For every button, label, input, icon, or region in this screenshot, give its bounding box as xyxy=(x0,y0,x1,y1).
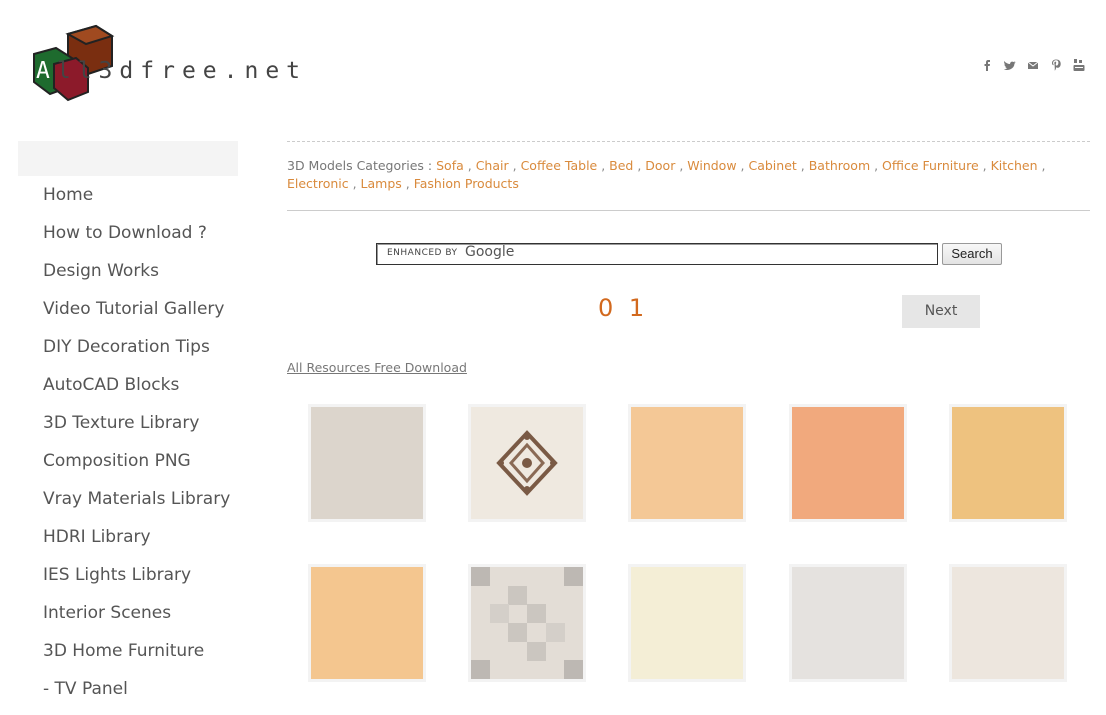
sidebar-item-vray-materials-library[interactable]: Vray Materials Library xyxy=(18,480,238,518)
category-link-chair[interactable]: Chair xyxy=(476,158,509,173)
sidebar-item-tv-panel[interactable]: - TV Panel xyxy=(18,670,238,708)
checker-pattern-icon xyxy=(471,567,583,679)
texture-tile[interactable] xyxy=(628,404,746,522)
texture-tile[interactable] xyxy=(789,564,907,682)
sidebar-nav: Home How to Download ? Design Works Vide… xyxy=(18,141,238,708)
next-button[interactable]: Next xyxy=(902,295,980,328)
category-link-window[interactable]: Window xyxy=(687,158,736,173)
sidebar-item-design-works[interactable]: Design Works xyxy=(18,252,238,290)
sidebar-item-3d-texture-library[interactable]: 3D Texture Library xyxy=(18,404,238,442)
categories-prefix: 3D Models Categories : xyxy=(287,158,433,173)
sidebar-item-autocad-blocks[interactable]: AutoCAD Blocks xyxy=(18,366,238,404)
category-link-cabinet[interactable]: Cabinet xyxy=(748,158,796,173)
category-link-office-furniture[interactable]: Office Furniture xyxy=(882,158,979,173)
texture-tile[interactable] xyxy=(789,404,907,522)
facebook-icon[interactable] xyxy=(980,58,994,72)
twitter-icon[interactable] xyxy=(1003,58,1017,72)
categories-bar: 3D Models Categories : Sofa , Chair , Co… xyxy=(287,158,1046,191)
mail-icon[interactable] xyxy=(1026,58,1040,72)
google-logo: Google xyxy=(465,244,515,260)
texture-tile[interactable] xyxy=(628,564,746,682)
page-numbers[interactable]: 0 1 xyxy=(598,294,648,322)
divider-solid xyxy=(287,210,1090,211)
youtube-icon[interactable] xyxy=(1072,58,1086,72)
category-link-electronic[interactable]: Electronic xyxy=(287,176,349,191)
sidebar-item-composition-png[interactable]: Composition PNG xyxy=(18,442,238,480)
logo-text: All3dfree.net xyxy=(36,58,308,84)
all-resources-link[interactable]: All Resources Free Download xyxy=(287,360,467,375)
texture-tile[interactable] xyxy=(308,404,426,522)
search-button[interactable]: Search xyxy=(942,243,1002,265)
texture-tile[interactable] xyxy=(308,564,426,682)
texture-tile[interactable] xyxy=(949,564,1067,682)
category-link-fashion-products[interactable]: Fashion Products xyxy=(414,176,519,191)
category-link-kitchen[interactable]: Kitchen xyxy=(991,158,1038,173)
category-link-lamps[interactable]: Lamps xyxy=(361,176,402,191)
category-link-bathroom[interactable]: Bathroom xyxy=(809,158,870,173)
sidebar-header-box xyxy=(18,141,238,176)
enhanced-by-label: ENHANCED BY xyxy=(387,248,458,258)
category-link-sofa[interactable]: Sofa xyxy=(436,158,464,173)
category-link-door[interactable]: Door xyxy=(645,158,675,173)
category-link-bed[interactable]: Bed xyxy=(609,158,633,173)
category-link-coffee-table[interactable]: Coffee Table xyxy=(521,158,598,173)
texture-tile[interactable] xyxy=(949,404,1067,522)
texture-tile[interactable] xyxy=(468,564,586,682)
ornament-icon xyxy=(496,430,558,496)
sidebar-item-video-tutorial-gallery[interactable]: Video Tutorial Gallery xyxy=(18,290,238,328)
sidebar-item-home[interactable]: Home xyxy=(18,176,238,214)
sidebar-item-ies-lights-library[interactable]: IES Lights Library xyxy=(18,556,238,594)
texture-tile[interactable] xyxy=(468,404,586,522)
sidebar-item-how-to-download[interactable]: How to Download ? xyxy=(18,214,238,252)
search-input[interactable]: ENHANCED BY Google xyxy=(376,243,938,265)
sidebar-item-interior-scenes[interactable]: Interior Scenes xyxy=(18,594,238,632)
sidebar-item-3d-home-furniture[interactable]: 3D Home Furniture xyxy=(18,632,238,670)
sidebar-item-hdri-library[interactable]: HDRI Library xyxy=(18,518,238,556)
divider-dotted xyxy=(287,141,1090,142)
sidebar-item-diy-decoration-tips[interactable]: DIY Decoration Tips xyxy=(18,328,238,366)
pinterest-icon[interactable] xyxy=(1049,58,1063,72)
social-links xyxy=(980,58,1086,72)
